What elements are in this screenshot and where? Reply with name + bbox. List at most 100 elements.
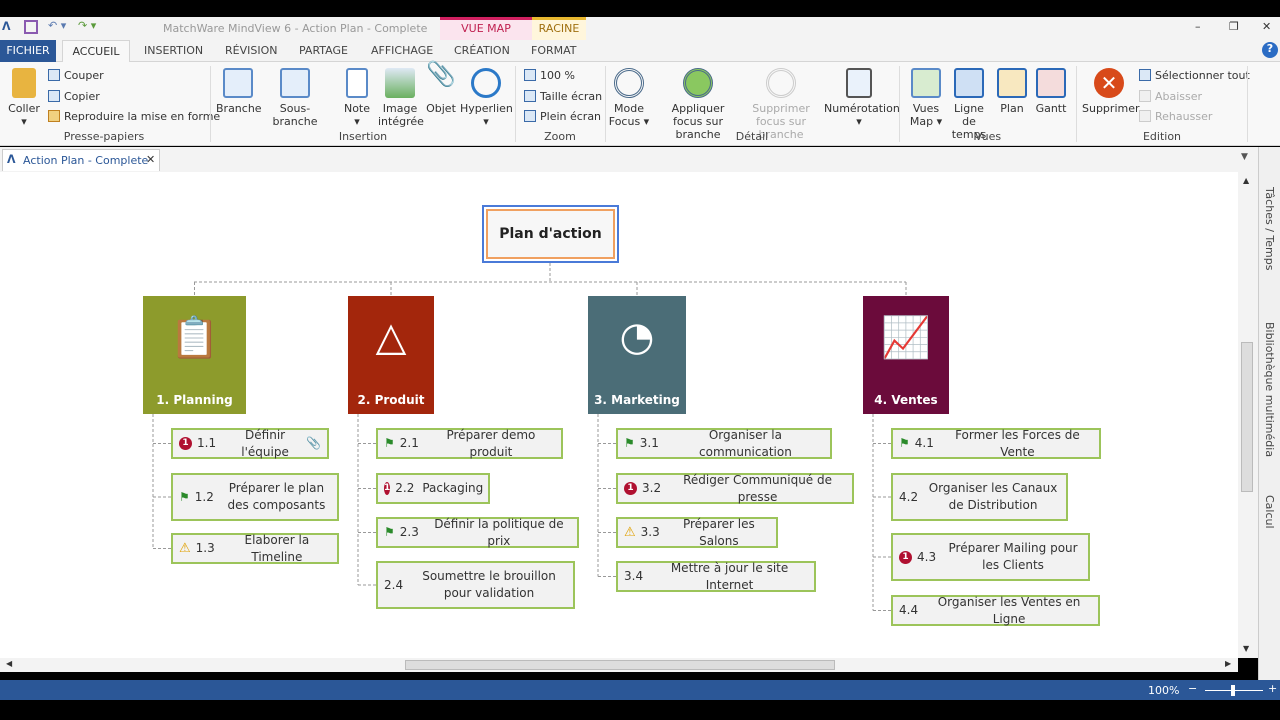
object-button[interactable]: 📎 Objet [424, 62, 458, 115]
branch-button[interactable]: Branche [216, 68, 262, 115]
sub-branch-node[interactable]: ⚑ 4.1 Former les Forces de Vente [891, 428, 1101, 459]
map-views-button[interactable]: Vues Map ▾ [906, 68, 946, 128]
scroll-left-arrow[interactable]: ◀ [6, 659, 12, 668]
side-tab-bibliotheque[interactable]: Bibliothèque multimédia [1263, 322, 1276, 457]
zoom-slider-thumb[interactable] [1231, 685, 1235, 696]
attachment-icon[interactable]: 📎 [306, 435, 321, 452]
side-tab-taches-temps[interactable]: Tâches / Temps [1263, 187, 1276, 270]
sub-branch-node[interactable]: 1 1.1 Définir l'équipe 📎 [171, 428, 329, 459]
tab-revision[interactable]: RÉVISION [225, 44, 277, 57]
mind-map-canvas[interactable]: Plan d'action 📋 1. Planning 1 1.1 Définir l'… [0, 172, 1238, 658]
object-label: Objet [426, 102, 456, 115]
priority-icon: 1 [384, 482, 391, 495]
sub-branch-node[interactable]: 1 4.3 Préparer Mailing pour les Clients [891, 533, 1090, 581]
vertical-scroll-thumb[interactable] [1241, 342, 1253, 492]
promote-label: Rehausser [1155, 110, 1213, 123]
undo-icon[interactable]: ↶ ▾ [48, 19, 66, 32]
zoom-out-button[interactable]: − [1188, 682, 1197, 695]
gantt-label: Gantt [1035, 102, 1067, 115]
tab-accueil[interactable]: ACCUEIL [62, 40, 130, 63]
plan-icon [997, 68, 1027, 98]
sub-branch-number: 4.1 [914, 436, 934, 450]
tab-creation[interactable]: CRÉATION [454, 44, 510, 57]
sub-branch-node[interactable]: ⚑ 2.1 Préparer demo produit [376, 428, 563, 459]
group-edition: Edition [1142, 130, 1182, 143]
close-button[interactable]: ✕ [1262, 20, 1271, 33]
cut-button[interactable]: Couper [48, 69, 104, 82]
save-icon[interactable] [24, 20, 38, 34]
flag-icon: ⚑ [384, 525, 395, 539]
zoom-in-button[interactable]: + [1268, 682, 1277, 695]
branch-label: 1. Planning [156, 393, 233, 407]
sub-branch-node[interactable]: 4.4 Organiser les Ventes en Ligne [891, 595, 1100, 626]
select-all-button[interactable]: Sélectionner tout [1139, 69, 1250, 82]
sub-branch-node[interactable]: ⚑ 1.2 Préparer le plan des composants [171, 473, 339, 521]
paste-button[interactable]: Coller ▾ [6, 68, 42, 128]
branch-node[interactable]: △ 2. Produit [348, 296, 434, 414]
branch-node[interactable]: 📈 4. Ventes [863, 296, 949, 414]
clipboard-icon [12, 68, 36, 98]
sub-branch-node[interactable]: 1 2.2 Packaging [376, 473, 490, 504]
tab-insertion[interactable]: INSERTION [144, 44, 203, 57]
sub-branch-text: Mettre à jour le site Internet [670, 560, 789, 592]
sub-branch-text: Elaborer la Timeline [244, 532, 310, 564]
delete-button[interactable]: ✕ Supprimer [1082, 68, 1140, 115]
focus-mode-button[interactable]: Mode Focus ▾ [608, 68, 650, 128]
note-button[interactable]: Note ▾ [340, 68, 374, 128]
flag-icon: ⚑ [179, 489, 190, 504]
format-painter-button[interactable]: Reproduire la mise en forme [48, 110, 220, 123]
branch-label: Branche [216, 102, 262, 115]
sub-branch-node[interactable]: 3.4 Mettre à jour le site Internet [616, 561, 816, 592]
numbering-button[interactable]: Numérotation ▾ [824, 68, 900, 128]
subbranch-button[interactable]: Sous-branche [261, 68, 329, 128]
scroll-right-arrow[interactable]: ▶ [1225, 659, 1231, 668]
flag-icon: ⚑ [384, 436, 395, 450]
select-all-label: Sélectionner tout [1155, 69, 1250, 82]
tab-format[interactable]: FORMAT [531, 44, 577, 57]
fit-screen-button[interactable]: Taille écran [524, 90, 602, 103]
scroll-down-arrow[interactable]: ▼ [1243, 644, 1249, 653]
zoom-100-label: 100 % [540, 69, 575, 82]
tab-list-dropdown[interactable]: ▼ [1241, 152, 1248, 162]
redo-icon[interactable]: ↷ ▾ [78, 19, 96, 32]
select-all-icon [1139, 69, 1151, 81]
side-tab-calcul[interactable]: Calcul [1263, 495, 1276, 529]
tab-fichier[interactable]: FICHIER [0, 40, 56, 62]
sub-branch-text: Former les Forces de Vente [955, 427, 1080, 459]
root-node[interactable]: Plan d'action [482, 205, 619, 263]
tab-affichage[interactable]: AFFICHAGE [371, 44, 433, 57]
zoom-level: 100% [1148, 684, 1180, 697]
fit-screen-label: Taille écran [540, 90, 603, 103]
help-icon[interactable]: ? [1262, 42, 1278, 58]
horizontal-scroll-thumb[interactable] [405, 660, 835, 670]
tab-partage[interactable]: PARTAGE [299, 44, 348, 57]
close-tab-icon[interactable]: ✕ [146, 153, 155, 166]
sub-branch-text: Définir la politique de prix [434, 516, 564, 548]
sub-branch-node[interactable]: ⚠ 3.3 Préparer les Salons [616, 517, 778, 548]
sub-branch-node[interactable]: 1 3.2 Rédiger Communiqué de presse [616, 473, 854, 504]
sub-branch-node[interactable]: ⚠ 1.3 Elaborer la Timeline [171, 533, 339, 564]
sub-branch-node[interactable]: 4.2 Organiser les Canaux de Distribution [891, 473, 1068, 521]
vertical-scrollbar[interactable]: ▲ ▼ [1238, 172, 1258, 658]
restore-button[interactable]: ❐ [1229, 20, 1239, 33]
sub-branch-node[interactable]: 2.4 Soumettre le brouillon pour validatio… [376, 561, 575, 609]
copy-button[interactable]: Copier [48, 90, 100, 103]
plan-button[interactable]: Plan [994, 68, 1030, 115]
branch-node[interactable]: ◔ 3. Marketing [588, 296, 686, 414]
document-tab[interactable]: ᐱ Action Plan - Complete ✕ [2, 149, 160, 171]
minimize-button[interactable]: – [1195, 20, 1201, 33]
sub-branch-node[interactable]: ⚑ 3.1 Organiser la communication [616, 428, 832, 459]
promote-button[interactable]: Rehausser [1139, 110, 1212, 123]
scroll-up-arrow[interactable]: ▲ [1243, 176, 1249, 185]
hyperlink-button[interactable]: Hyperlien ▾ [460, 68, 513, 128]
branch-node[interactable]: 📋 1. Planning [143, 296, 246, 414]
separator [1247, 66, 1248, 142]
horizontal-scrollbar[interactable]: ◀ ▶ [0, 658, 1238, 672]
full-screen-button[interactable]: Plein écran [524, 110, 601, 123]
sub-branch-node[interactable]: ⚑ 2.3 Définir la politique de prix [376, 517, 579, 548]
zoom-100-button[interactable]: 100 % [524, 69, 575, 82]
demote-button[interactable]: Abaisser [1139, 90, 1202, 103]
gantt-button[interactable]: Gantt [1032, 68, 1070, 115]
image-button[interactable]: Image intégrée [378, 68, 424, 128]
group-presse-papiers: Presse-papiers [63, 130, 145, 143]
